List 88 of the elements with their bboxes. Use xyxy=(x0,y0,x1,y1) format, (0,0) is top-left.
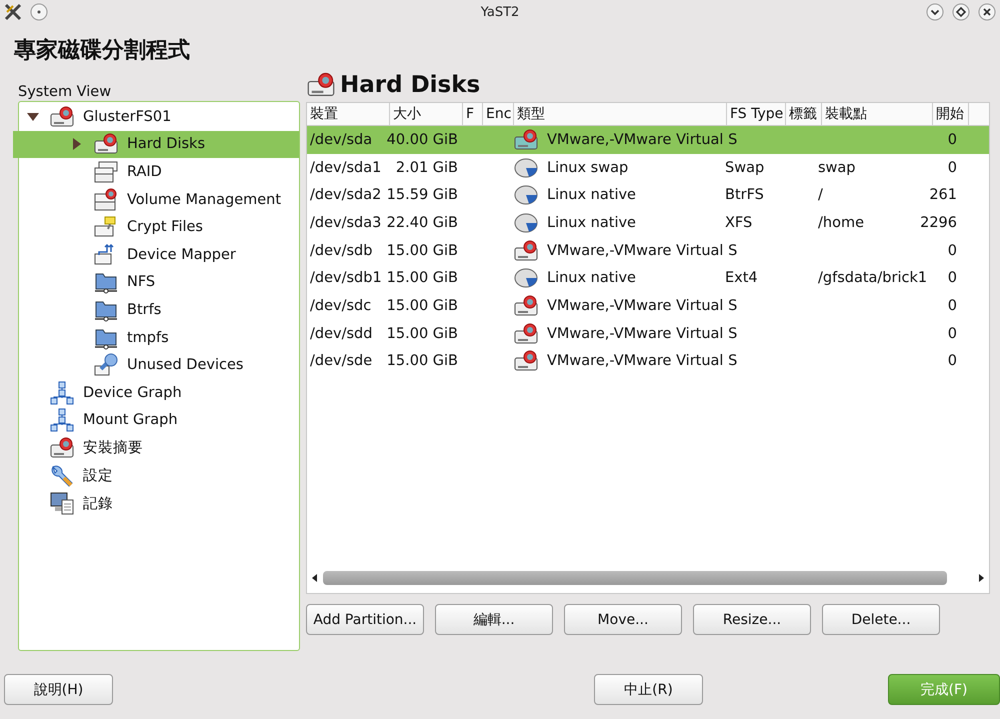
column-header[interactable]: F xyxy=(463,103,483,125)
table-cell: Ext4 xyxy=(725,270,758,286)
column-header[interactable]: 標籤 xyxy=(786,103,822,125)
column-header[interactable]: FS Type xyxy=(727,103,786,125)
table-cell: /dev/sda2 xyxy=(310,187,382,204)
table-cell: 0 xyxy=(948,132,957,148)
table-cell: 15.00 GiB xyxy=(386,326,458,342)
table-cell: /dev/sda xyxy=(310,132,372,148)
action-button[interactable]: Add Partition... xyxy=(306,604,424,635)
column-header[interactable]: 裝置 xyxy=(307,103,390,125)
action-button[interactable]: 編輯... xyxy=(435,604,553,635)
tree-item[interactable]: 安裝摘要 xyxy=(19,434,299,462)
table-cell: Linux native xyxy=(547,214,636,231)
table-cell: 2.01 GiB xyxy=(396,160,458,176)
table-cell: /dev/sdd xyxy=(310,326,372,342)
column-header[interactable]: 大小 xyxy=(390,103,463,125)
table-cell: BtrFS xyxy=(725,187,764,204)
table-cell: 15.00 GiB xyxy=(386,242,458,259)
table-cell: 0 xyxy=(948,270,957,286)
table-cell: 15.00 GiB xyxy=(386,270,458,286)
tree-item[interactable]: Btrfs xyxy=(13,296,299,324)
tree-item[interactable]: Crypt Files xyxy=(13,213,299,241)
action-button[interactable]: Move... xyxy=(564,604,682,635)
table-row[interactable]: /dev/sdb 15.00 GiB VMware,-VMware Virtual S 0 xyxy=(307,236,989,264)
table-cell: /home xyxy=(818,214,864,231)
table-cell: /dev/sdb xyxy=(310,242,372,259)
column-header[interactable]: 裝載點 xyxy=(822,103,933,125)
tree-item[interactable]: Hard Disks xyxy=(13,130,299,158)
table-row[interactable]: /dev/sda 40.00 GiB VMware,-VMware Virtual S 0 xyxy=(307,126,989,154)
tree-item[interactable]: Unused Devices xyxy=(13,351,299,379)
tree-item[interactable]: Device Graph xyxy=(19,378,299,407)
action-button[interactable]: Resize... xyxy=(693,604,811,635)
tree-item[interactable]: Mount Graph xyxy=(19,406,299,434)
dialog-button[interactable]: 說明(H) xyxy=(4,674,113,705)
table-cell: VMware,-VMware Virtual S xyxy=(547,242,738,259)
tree-item[interactable]: Device Mapper xyxy=(13,240,299,269)
table-cell: 22.40 GiB xyxy=(386,214,458,231)
table-cell: 0 xyxy=(948,242,957,259)
table-cell: Linux native xyxy=(547,270,636,286)
table-cell: /dev/sda3 xyxy=(310,214,382,231)
tree-item[interactable]: RAID xyxy=(13,158,299,186)
table-cell: 0 xyxy=(948,160,957,176)
table-cell: 15.00 GiB xyxy=(386,298,458,314)
table-cell: Swap xyxy=(725,160,764,176)
table-cell: /dev/sdb1 xyxy=(310,270,382,286)
section-label: System View xyxy=(18,83,112,101)
table-cell: VMware,-VMware Virtual S xyxy=(547,353,738,370)
column-header[interactable]: Enc xyxy=(483,103,514,125)
table-row[interactable]: /dev/sde 15.00 GiB VMware,-VMware Virtual S 0 xyxy=(307,348,989,376)
column-header[interactable]: 類型 xyxy=(514,103,727,125)
window-title: YaST2 xyxy=(480,4,520,20)
table-cell: 2296 xyxy=(920,214,957,231)
table-cell: VMware,-VMware Virtual S xyxy=(547,326,738,342)
table-cell: /gfsdata/brick1 xyxy=(818,270,928,286)
table-row[interactable]: /dev/sdb1 15.00 GiB Linux native Ext4 /gfsdata/brick1 0 xyxy=(307,264,989,292)
table-cell: /dev/sdc xyxy=(310,298,372,314)
page-heading: 專家磁碟分割程式 xyxy=(14,36,191,65)
table-cell: 261 xyxy=(929,187,957,204)
table-row[interactable]: /dev/sdc 15.00 GiB VMware,-VMware Virtual S 0 xyxy=(307,292,989,320)
table-cell: 15.00 GiB xyxy=(386,353,458,370)
tree-item[interactable]: 設定 xyxy=(19,462,299,490)
table-cell: /dev/sde xyxy=(310,353,372,370)
tree-item[interactable]: NFS xyxy=(13,268,299,296)
section-heading: Hard Disks xyxy=(340,72,480,98)
table-cell: 15.59 GiB xyxy=(386,187,458,204)
table-cell: 40.00 GiB xyxy=(386,132,458,148)
tree-item[interactable]: tmpfs xyxy=(13,324,299,352)
table-cell: 0 xyxy=(948,326,957,342)
table-cell: Linux swap xyxy=(547,160,628,176)
dialog-button[interactable]: 中止(R) xyxy=(594,674,703,705)
table-row[interactable]: /dev/sda3 22.40 GiB Linux native XFS /home 2296 xyxy=(307,209,989,237)
table-cell: swap xyxy=(818,160,856,176)
table-cell: XFS xyxy=(725,214,752,231)
table-row[interactable]: /dev/sda1 2.01 GiB Linux swap Swap swap 0 xyxy=(307,154,989,182)
tree-item[interactable]: Volume Management xyxy=(13,186,299,214)
table-cell: /dev/sda1 xyxy=(310,160,382,176)
table-cell: VMware,-VMware Virtual S xyxy=(547,298,738,314)
action-button[interactable]: Delete... xyxy=(822,604,940,635)
table-cell: Linux native xyxy=(547,187,636,204)
table-row[interactable]: /dev/sdd 15.00 GiB VMware,-VMware Virtual S 0 xyxy=(307,320,989,348)
table-row[interactable]: /dev/sda2 15.59 GiB Linux native BtrFS / 261 xyxy=(307,181,989,210)
table-cell: 0 xyxy=(948,353,957,370)
tree-item[interactable]: GlusterFS01 xyxy=(19,103,299,131)
table-cell: / xyxy=(818,187,823,204)
table-cell: VMware,-VMware Virtual S xyxy=(547,132,738,148)
column-header[interactable]: 開始 xyxy=(933,103,969,125)
tree-item[interactable]: 記錄 xyxy=(19,489,299,517)
table-cell: 0 xyxy=(948,298,957,314)
